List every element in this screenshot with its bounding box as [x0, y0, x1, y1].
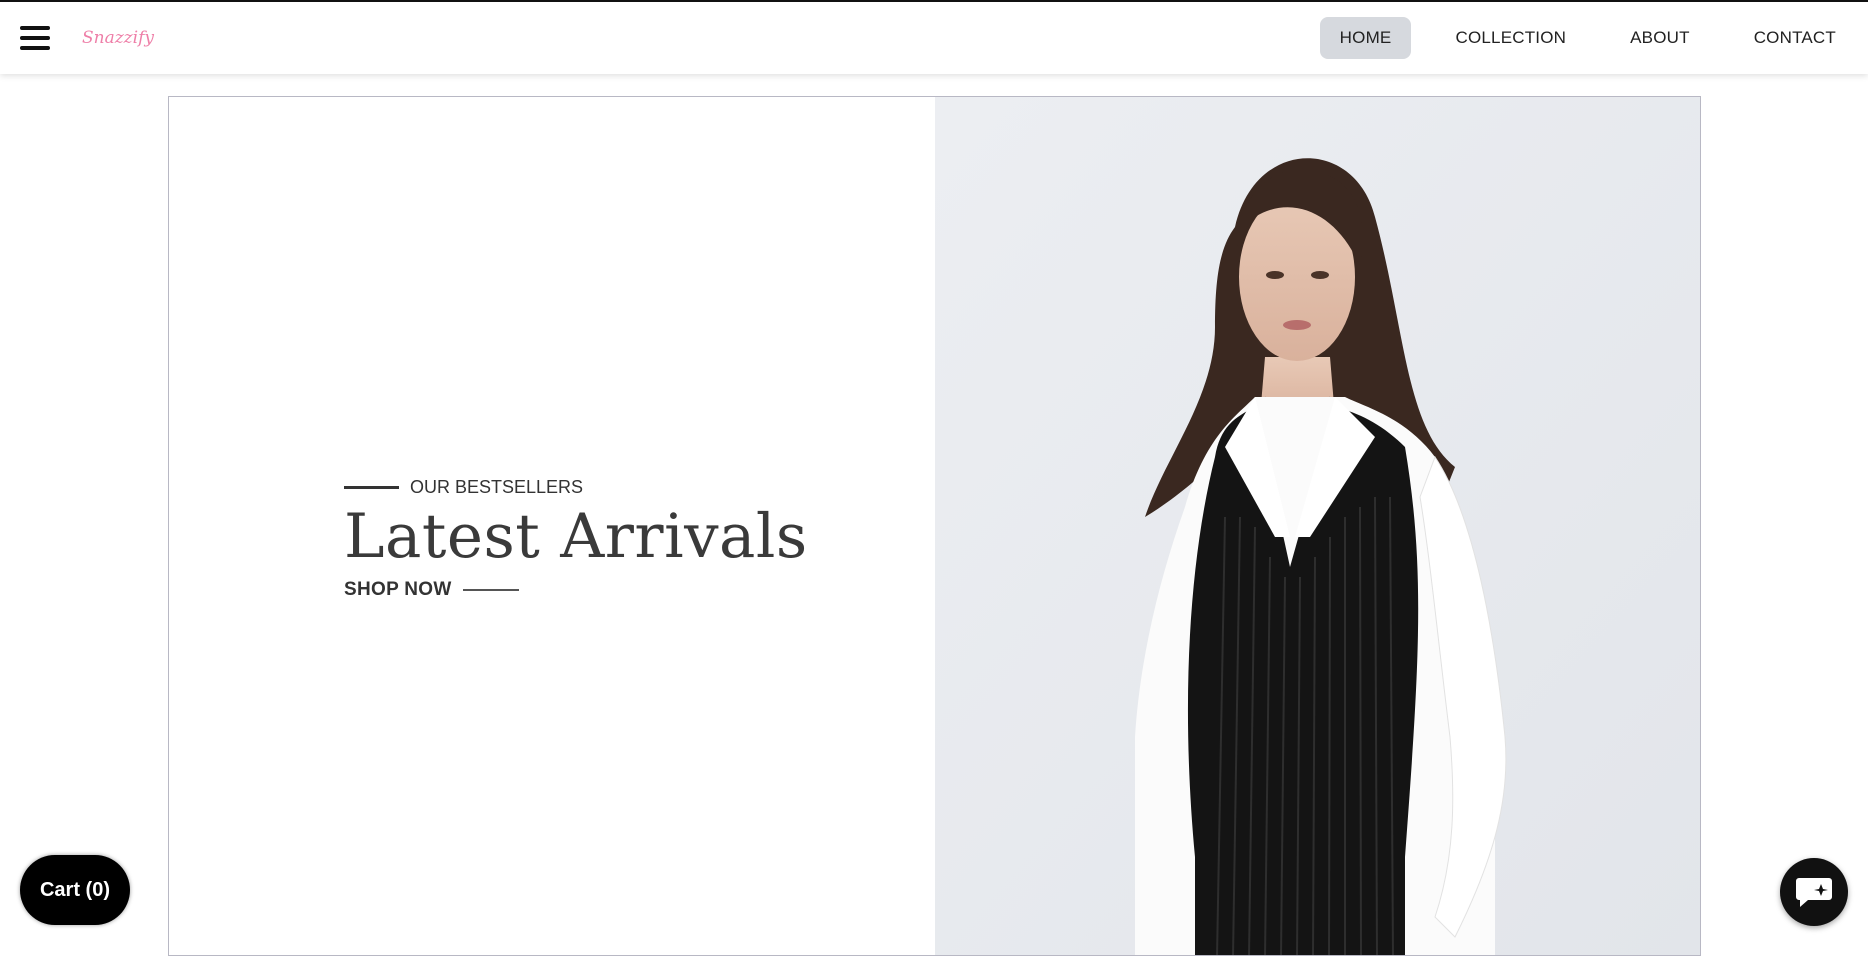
hero-text: OUR BESTSELLERS Latest Arrivals SHOP NOW: [344, 477, 808, 601]
model-photo: [935, 97, 1700, 955]
nav-links: HOME COLLECTION ABOUT CONTACT: [1308, 2, 1868, 74]
hero-banner: OUR BESTSELLERS Latest Arrivals SHOP NOW: [168, 96, 1701, 956]
shop-now-line: [462, 589, 519, 592]
nav-about[interactable]: ABOUT: [1610, 17, 1710, 59]
chat-icon-glyph: [1796, 878, 1832, 907]
nav-collection[interactable]: COLLECTION: [1435, 17, 1586, 59]
chat-bubble-icon[interactable]: [1780, 858, 1848, 926]
hamburger-icon[interactable]: [20, 26, 50, 52]
shop-now-label[interactable]: SHOP NOW: [344, 579, 452, 601]
cart-button[interactable]: Cart (0): [20, 855, 130, 925]
nav-home[interactable]: HOME: [1319, 17, 1412, 59]
eyebrow-line: [344, 486, 399, 489]
hero-title: Latest Arrivals: [344, 501, 808, 572]
logo[interactable]: Snazzify: [82, 28, 154, 48]
nav-contact[interactable]: CONTACT: [1734, 17, 1856, 59]
eyebrow-text: OUR BESTSELLERS: [410, 477, 584, 497]
top-navbar: Snazzify HOME COLLECTION ABOUT CONTACT: [0, 0, 1868, 74]
shop-now-link[interactable]: SHOP NOW: [344, 579, 808, 601]
hero-eyebrow: OUR BESTSELLERS: [344, 477, 808, 498]
